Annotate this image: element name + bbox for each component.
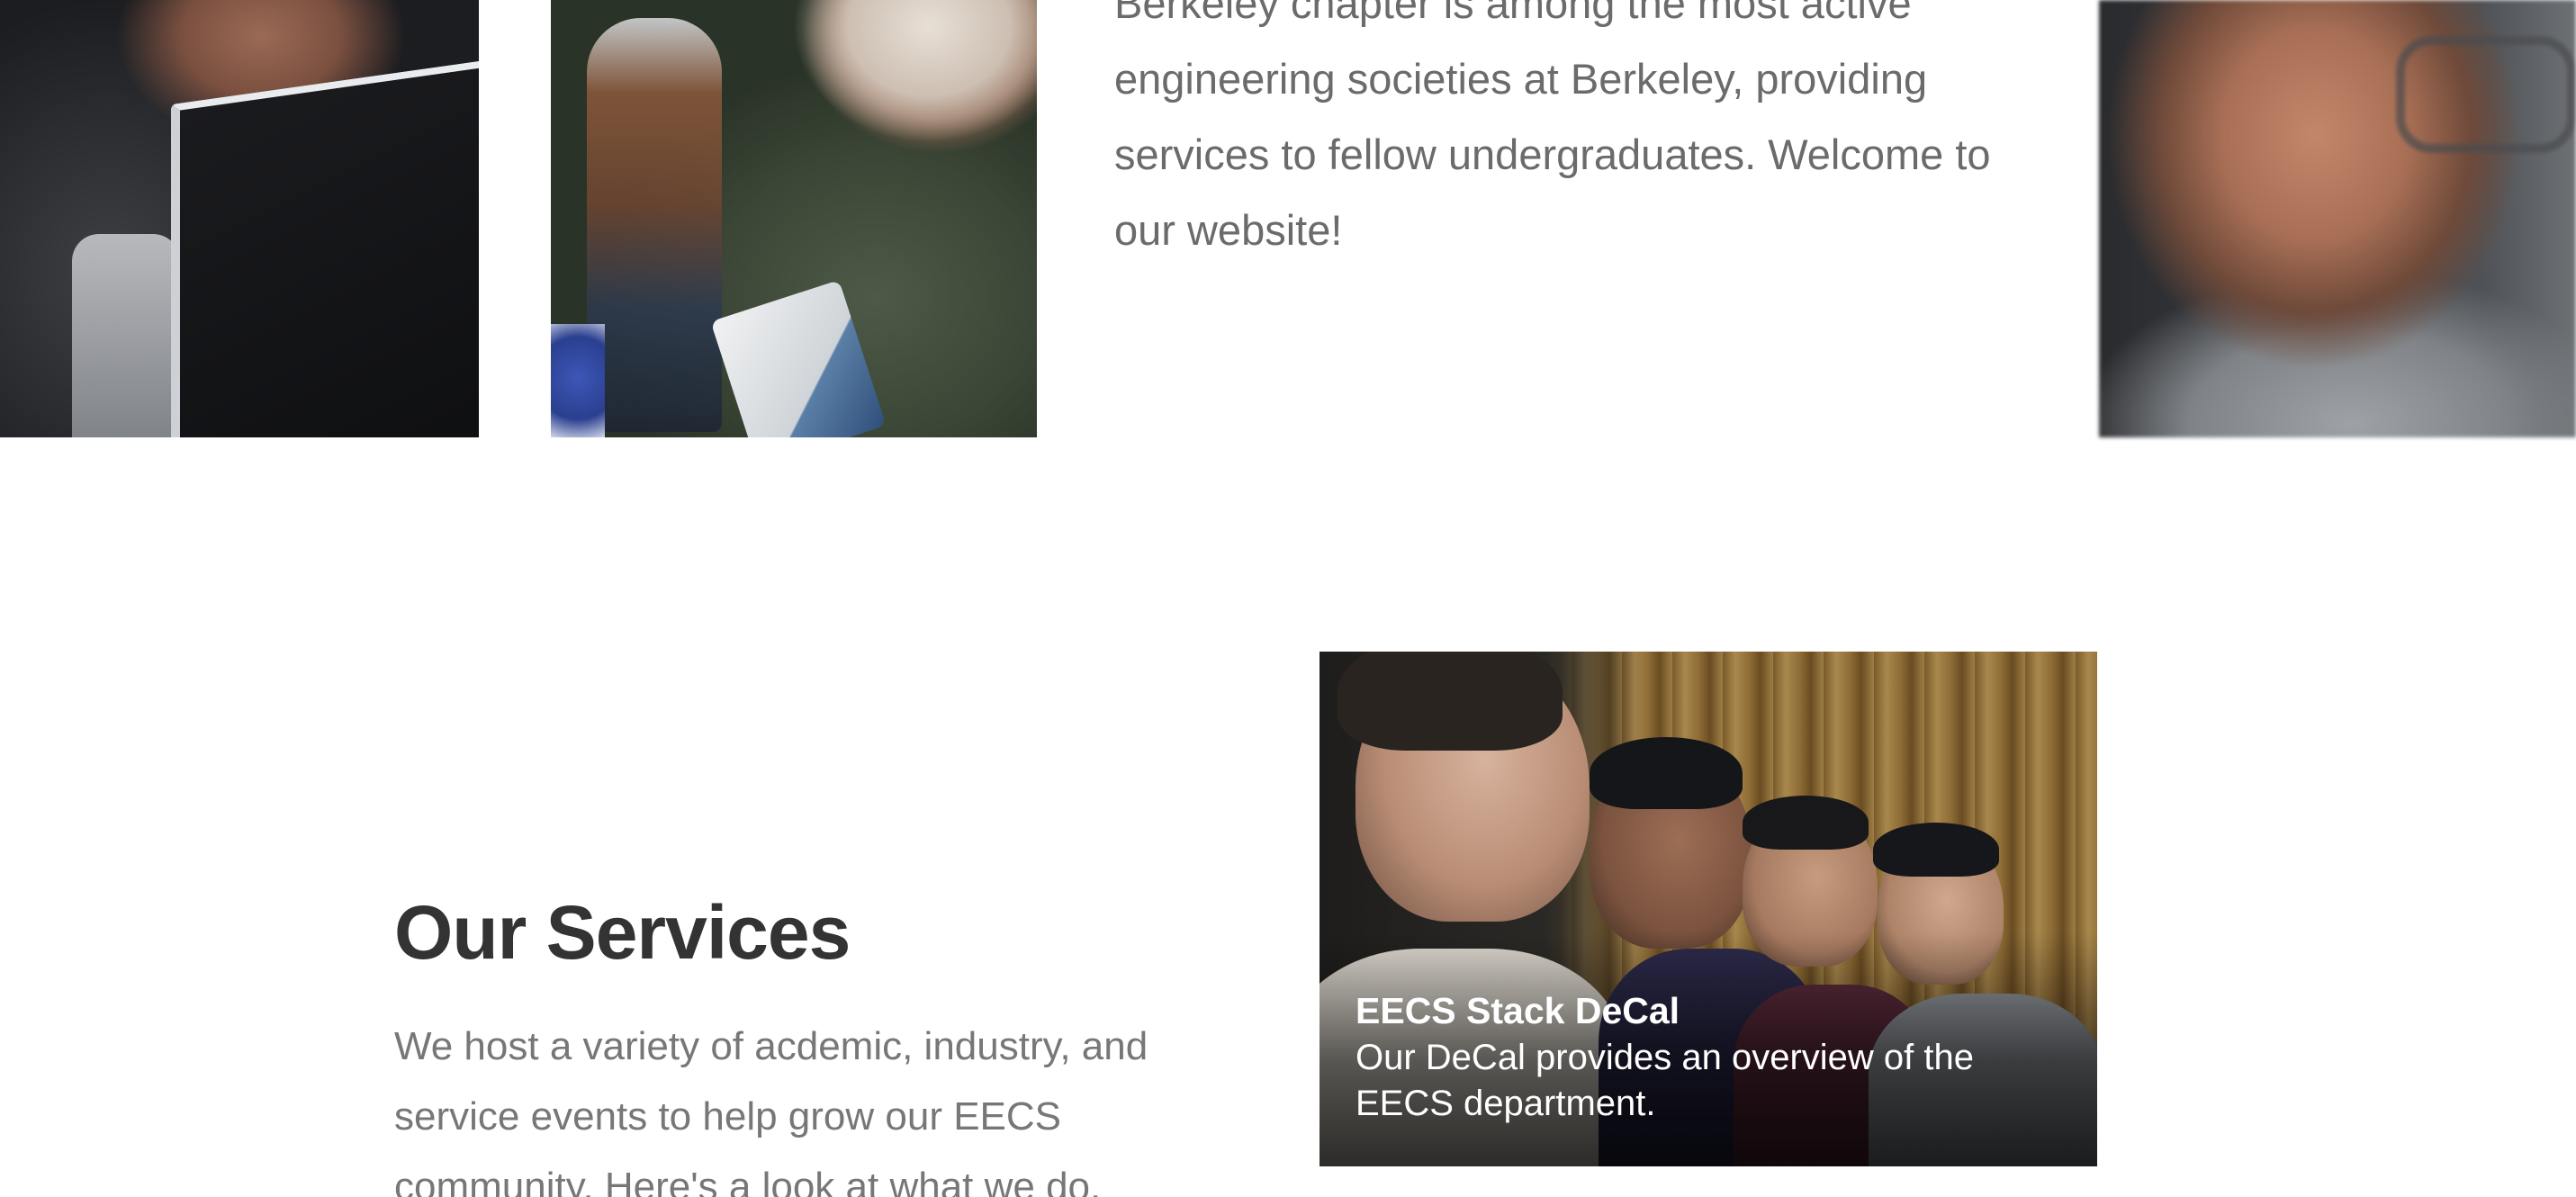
photo-student-in-parka (551, 0, 1037, 437)
photo-student-at-computer (0, 0, 479, 437)
services-description: We host a variety of acdemic, industry, … (394, 1024, 1148, 1197)
card-caption: EECS Stack DeCal Our DeCal provides an o… (1356, 986, 2076, 1127)
card-image-person (1590, 737, 1743, 809)
photo-detail-shirt (72, 234, 180, 437)
card-image-person (1338, 652, 1563, 751)
card-title: EECS Stack DeCal (1356, 990, 1680, 1031)
photo-man-with-glasses (2099, 0, 2576, 437)
page: Berkeley chapter is among the most activ… (0, 0, 2576, 1197)
card-description: Our DeCal provides an overview of the EE… (1356, 1038, 1974, 1123)
photo-detail-paper (710, 279, 887, 437)
photo-detail-scarf (551, 324, 605, 437)
services-heading: Our Services (394, 890, 851, 975)
next-section-shadow (207, 1174, 2367, 1197)
photo-detail-background-person (587, 18, 722, 432)
card-image-person (1743, 796, 1869, 850)
photo-detail-monitor (171, 57, 479, 437)
service-card-eecs-stack-decal[interactable]: EECS Stack DeCal Our DeCal provides an o… (1320, 652, 2097, 1166)
intro-paragraph: Berkeley chapter is among the most activ… (1114, 0, 1991, 254)
card-image-person (1873, 823, 1999, 877)
photo-detail-glasses (2396, 36, 2576, 153)
